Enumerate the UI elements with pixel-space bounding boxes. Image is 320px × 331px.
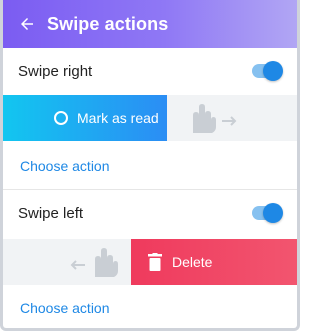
- delete-action: Delete: [131, 239, 297, 285]
- back-button[interactable]: [3, 0, 51, 48]
- choose-action-left-link[interactable]: Choose action: [20, 285, 297, 328]
- choose-action-right-link[interactable]: Choose action: [20, 143, 297, 189]
- swipe-left-toggle[interactable]: [252, 203, 283, 223]
- swipe-right-toggle[interactable]: [252, 61, 283, 81]
- swipe-actions-screen: Swipe actions Swipe right Mark as read C…: [0, 0, 300, 331]
- toggle-thumb: [263, 61, 283, 81]
- choose-action-right-row: Choose action: [3, 143, 297, 189]
- swipe-right-label: Swipe right: [18, 62, 93, 80]
- mark-as-read-label: Mark as read: [77, 110, 159, 126]
- swipe-hand-left-icon: [70, 248, 118, 277]
- circle-outline-icon: [54, 111, 68, 125]
- swipe-right-preview: Mark as read: [3, 95, 297, 141]
- swipe-right-row: Swipe right: [3, 48, 297, 94]
- swipe-left-preview: Delete: [3, 239, 297, 285]
- page-title: Swipe actions: [47, 13, 169, 34]
- delete-label: Delete: [172, 254, 213, 270]
- choose-action-left-row: Choose action: [3, 285, 297, 328]
- swipe-left-row: Swipe left: [3, 190, 297, 236]
- trash-icon: [148, 253, 162, 271]
- arrow-left-icon: [21, 18, 33, 30]
- mark-as-read-action: Mark as read: [3, 95, 167, 141]
- toggle-thumb: [263, 203, 283, 223]
- swipe-left-label: Swipe left: [18, 204, 84, 222]
- swipe-hand-right-icon: [193, 104, 237, 133]
- app-bar: Swipe actions: [3, 0, 297, 48]
